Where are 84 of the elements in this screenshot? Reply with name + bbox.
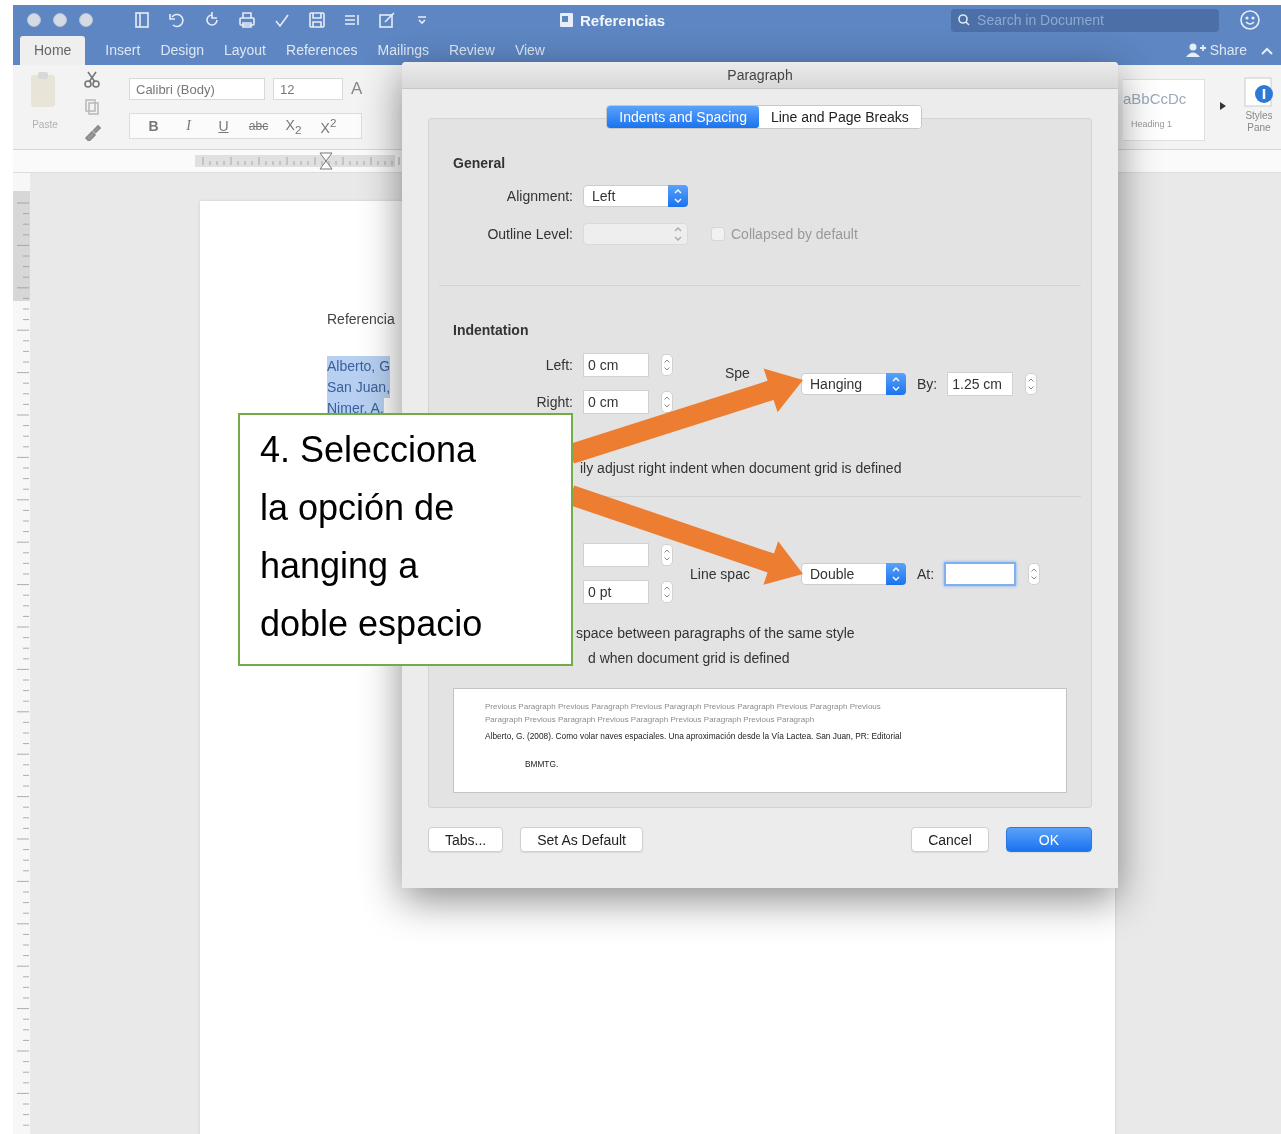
document-icon[interactable] (133, 11, 151, 29)
scissors-icon[interactable] (83, 71, 101, 89)
style-preview: aBbCcDc (1123, 89, 1187, 107)
ribbon-tab[interactable]: Design (160, 36, 204, 65)
save-icon[interactable] (308, 11, 326, 29)
edit-icon[interactable] (378, 11, 396, 29)
redo-icon[interactable] (203, 11, 221, 29)
search-field[interactable]: Search in Document (977, 12, 1198, 28)
field-label: By: (917, 375, 938, 392)
add-person-icon (1185, 42, 1206, 58)
dialog-button[interactable]: Cancel (911, 827, 989, 852)
dialog-title: Paragraph (402, 62, 1118, 89)
share-button[interactable]: Share (1185, 42, 1247, 65)
field-label: Spe (725, 365, 750, 381)
dialog-button[interactable]: Tabs... (428, 827, 504, 852)
stepper[interactable] (661, 391, 673, 413)
field-label: Line spac (690, 565, 750, 582)
stepper[interactable] (661, 544, 673, 566)
dropdown[interactable]: Left (583, 185, 688, 207)
ribbon-tab[interactable]: Review (448, 36, 495, 65)
stepper[interactable] (1025, 372, 1038, 395)
stepper[interactable] (661, 581, 673, 603)
stepper[interactable] (661, 354, 673, 376)
ribbon-tab[interactable]: References (286, 36, 358, 65)
field-label: Left: (544, 357, 573, 373)
format-button[interactable]: U (206, 118, 241, 134)
ribbon-tab[interactable]: Mailings (377, 36, 429, 65)
callout-text: 4. Selecciona la opción de hanging a doble espacio (238, 413, 573, 666)
dialog-button[interactable]: OK (1005, 827, 1092, 852)
smiley-icon[interactable] (1239, 9, 1262, 31)
preview-text: Previous Paragraph Previous Paragraph Previous Paragraph Previous Paragraph Previous Paragraph Previous (485, 701, 882, 713)
option-label: ily adjust right indent when document grid is defined (580, 459, 903, 478)
copy-icon[interactable] (83, 97, 101, 115)
style-gallery[interactable]: aBbCcDc Heading 1 (1123, 79, 1205, 141)
format-button[interactable]: X$^{2}$ (311, 116, 346, 136)
printer-icon[interactable] (238, 11, 256, 29)
window-title: Referencias (580, 11, 666, 29)
input-field[interactable]: 0 pt (583, 580, 649, 604)
option-label: d when document grid is defined (588, 649, 791, 668)
field-label: Outline Level: (486, 226, 573, 242)
field-label: At: (917, 565, 935, 582)
window-control[interactable] (27, 13, 41, 27)
input-field[interactable]: 0 cm (583, 390, 649, 414)
document-heading: Referencia (327, 310, 395, 329)
window-control[interactable] (53, 13, 67, 27)
preview-text: Alberto, G. (2008). Como volar naves espaciales. Una aproximación desde la Vía Lactea. San Juan, PR: Editorial (485, 730, 903, 743)
search-field[interactable]: Search in Document (951, 8, 1220, 32)
dropdown[interactable]: Double (801, 562, 906, 585)
field-label: Right: (535, 394, 573, 410)
collapse-icon[interactable] (1261, 47, 1273, 55)
section-heading: Indentation (453, 321, 530, 340)
format-button[interactable]: X$_{2}$ (276, 116, 311, 136)
section-heading: General (453, 154, 507, 173)
styles-pane-icon (1242, 74, 1276, 108)
stepper[interactable] (1028, 562, 1041, 585)
dropdown[interactable]: Hanging (801, 372, 906, 395)
preview-text: Paragraph Previous Paragraph Previous Paragraph Previous Paragraph Previous Paragraph (485, 714, 816, 726)
document-icon (559, 12, 574, 28)
input-field[interactable]: 0 cm (583, 353, 649, 377)
ribbon-tab[interactable]: Home (20, 36, 86, 65)
style-name: Heading 1 (1130, 119, 1173, 129)
grow-font-button[interactable]: A (351, 79, 363, 99)
input-field[interactable] (944, 561, 1017, 586)
input-field[interactable] (583, 543, 649, 567)
ribbon-tab[interactable]: View (514, 36, 545, 65)
format-button[interactable]: I (171, 118, 206, 134)
input-field[interactable]: 1.25 cm (947, 371, 1014, 396)
dialog-tab[interactable]: Indents and Spacing (607, 106, 759, 128)
preview-text: BMMTG. (525, 758, 560, 771)
field-label: Alignment: (505, 188, 573, 204)
font-dropdown[interactable]: Calibri (Body) (129, 78, 265, 100)
styles-pane-button[interactable]: Styles Pane (1239, 74, 1279, 134)
ribbon-tab[interactable]: Insert (105, 36, 141, 65)
brush-icon[interactable] (83, 123, 101, 141)
font-size-dropdown[interactable]: 12 (273, 78, 343, 100)
ribbon-tab[interactable]: Layout (223, 36, 266, 65)
checkbox-label: Collapsed by default (731, 226, 858, 242)
window-control[interactable] (79, 13, 93, 27)
undo-icon[interactable] (168, 11, 186, 29)
next-icon[interactable] (1219, 101, 1227, 111)
option-label: space between paragraphs of the same style (576, 624, 856, 643)
dialog-button[interactable]: Set As Default (520, 827, 643, 852)
format-button[interactable]: B (136, 118, 171, 134)
format-button[interactable]: abc (241, 119, 276, 133)
